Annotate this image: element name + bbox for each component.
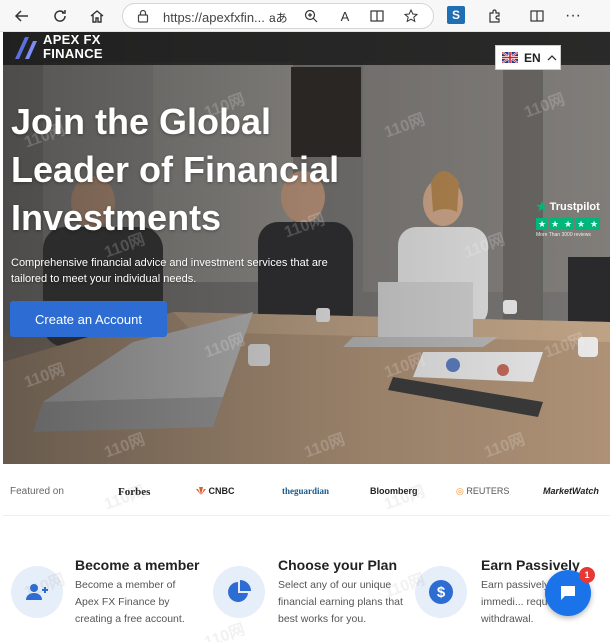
rating-star-icon: ★: [549, 218, 561, 230]
svg-text:$: $: [437, 584, 446, 601]
more-options-icon[interactable]: ···: [563, 6, 583, 26]
uk-flag-icon: [502, 52, 518, 63]
logo-line-1: APEX FX: [43, 32, 101, 47]
featured-on-bar: Featured on Forbes CNBC theguardian Bloo…: [3, 464, 610, 516]
add-user-icon: [11, 566, 63, 618]
brand-guardian: theguardian: [282, 486, 330, 496]
website-page: APEX FX FINANCE EN Join the Global Leade…: [3, 32, 610, 642]
feature-title-member: Become a member: [75, 557, 200, 573]
site-logo-text[interactable]: APEX FX FINANCE: [43, 33, 103, 61]
watermark: 110网: [382, 483, 428, 514]
language-selector[interactable]: EN: [495, 45, 561, 70]
reader-view-icon[interactable]: [367, 6, 387, 26]
extensions-puzzle-icon[interactable]: [485, 6, 505, 26]
split-screen-icon[interactable]: [527, 6, 547, 26]
hero-subtitle: Comprehensive financial advice and inves…: [11, 257, 328, 285]
trustpilot-widget[interactable]: ★ Trustpilot ★ ★ ★ ★ ★ More Than 3000 re…: [536, 199, 606, 238]
logo-line-2: FINANCE: [43, 46, 103, 61]
cnbc-peacock-icon: [196, 487, 206, 495]
watermark: 110网: [202, 621, 248, 642]
feature-title-plan: Choose your Plan: [278, 557, 398, 573]
address-bar[interactable]: https://apexfxfin... aあ A: [122, 3, 434, 29]
extension-s-icon[interactable]: S: [447, 6, 465, 24]
create-account-button[interactable]: Create an Account: [10, 301, 167, 337]
rating-star-icon: ★: [588, 218, 600, 230]
brand-forbes: Forbes: [118, 486, 151, 498]
pie-chart-icon: [213, 566, 265, 618]
apex-logo-icon[interactable]: [13, 35, 39, 61]
trustpilot-star-icon: ★: [536, 199, 548, 214]
rating-star-icon: ★: [536, 218, 548, 230]
featured-label: Featured on: [10, 486, 64, 497]
rating-star-icon: ★: [562, 218, 574, 230]
brand-reuters-text: REUTERS: [466, 486, 510, 496]
feature-desc-earn: Earn passively... paid immedi... request…: [481, 579, 586, 625]
reuters-dots-icon: ◎: [456, 486, 464, 496]
trustpilot-rating: ★ ★ ★ ★ ★: [536, 218, 606, 230]
favorite-star-icon[interactable]: [401, 6, 421, 26]
brand-bloomberg: Bloomberg: [370, 486, 418, 496]
feature-desc-plan: Select any of our unique financial earni…: [278, 579, 403, 625]
brand-reuters: ◎ REUTERS: [456, 486, 509, 497]
back-icon[interactable]: [12, 6, 32, 26]
trustpilot-name: Trustpilot: [549, 201, 600, 213]
dollar-icon: $: [415, 566, 467, 618]
hero-title: Join the Global Leader of Financial Inve…: [11, 101, 340, 238]
brand-cnbc: CNBC: [196, 486, 235, 496]
home-icon[interactable]: [87, 6, 107, 26]
feature-desc-member: Become a member of Apex FX Finance by cr…: [75, 579, 185, 625]
chat-unread-badge: 1: [579, 567, 595, 583]
hero-overlay: [3, 32, 610, 464]
rating-star-icon: ★: [575, 218, 587, 230]
trustpilot-reviews: More Than 3000 reviews: [536, 232, 591, 238]
brand-marketwatch: MarketWatch: [543, 486, 599, 496]
browser-toolbar: https://apexfxfin... aあ A S ···: [0, 0, 610, 32]
url-text[interactable]: https://apexfxfin...: [163, 10, 265, 25]
read-aloud-icon[interactable]: aあ: [269, 9, 288, 26]
chat-icon: [561, 586, 575, 600]
zoom-icon[interactable]: [301, 6, 321, 26]
refresh-icon[interactable]: [50, 6, 70, 26]
brand-cnbc-text: CNBC: [208, 486, 235, 496]
text-size-icon[interactable]: A: [335, 6, 355, 26]
chevron-up-icon: [547, 55, 557, 61]
lock-icon[interactable]: [133, 6, 153, 26]
hero-section: APEX FX FINANCE EN Join the Global Leade…: [3, 32, 610, 464]
language-code: EN: [524, 50, 541, 65]
